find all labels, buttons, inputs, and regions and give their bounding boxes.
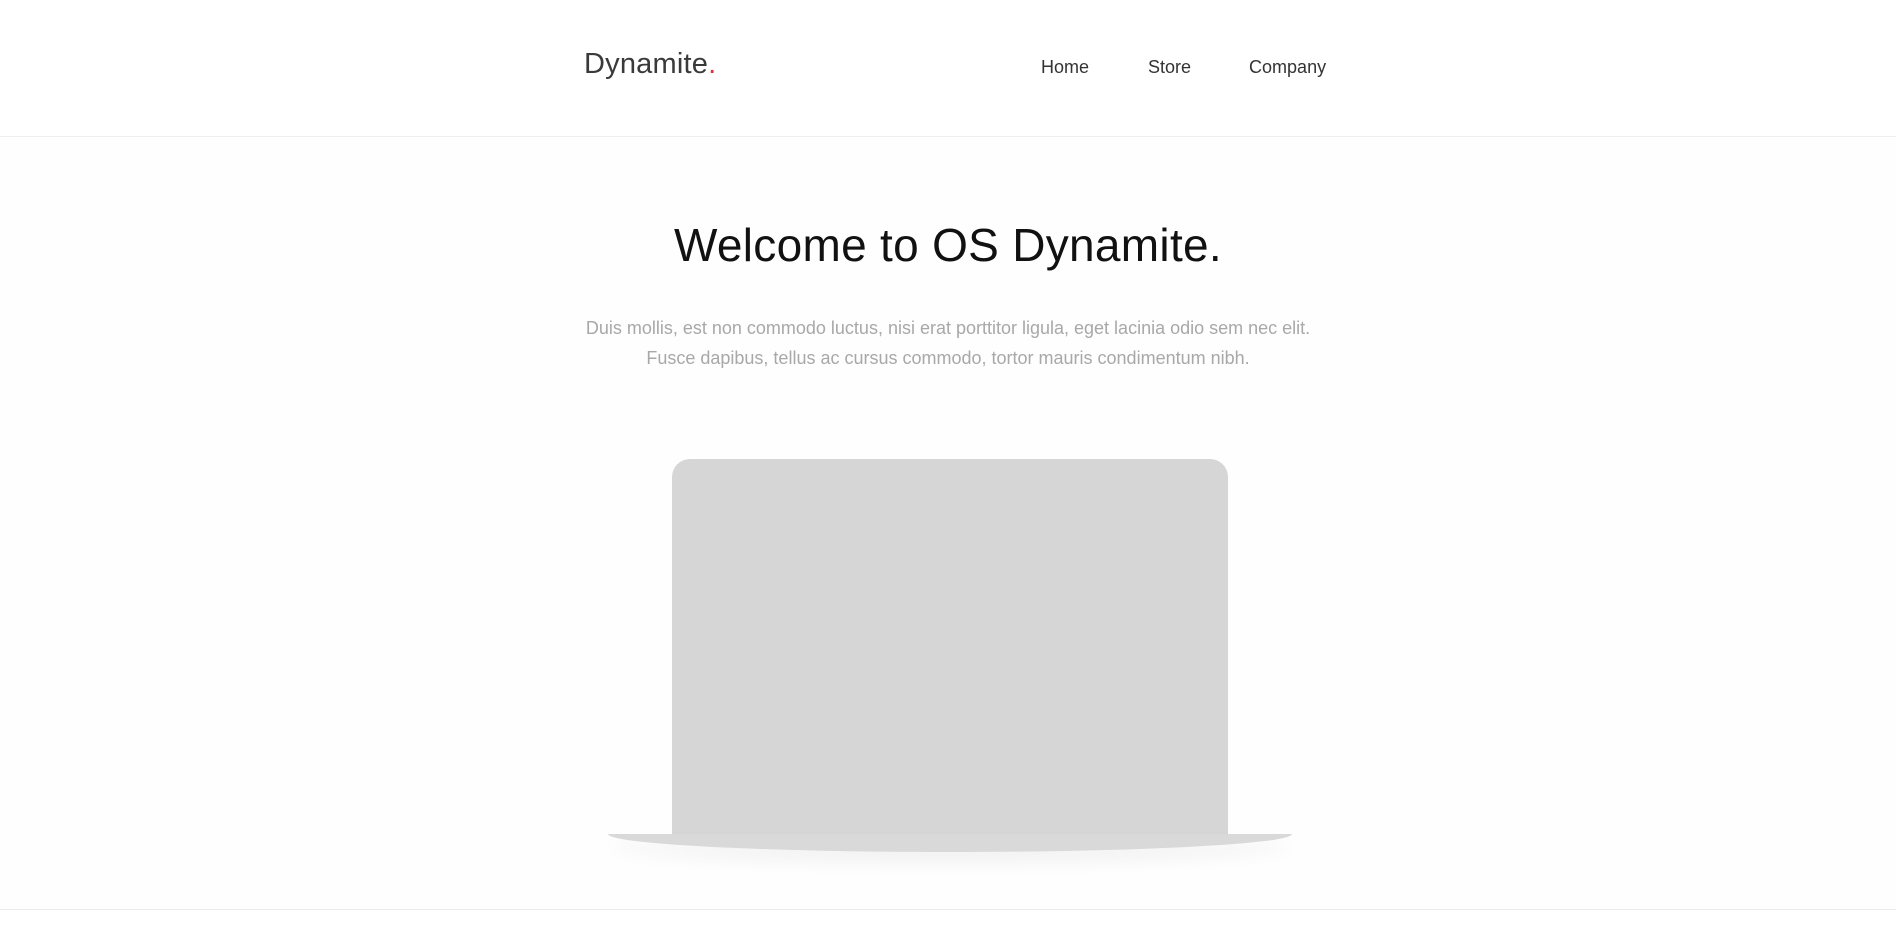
hero-subtitle-line-1: Duis mollis, est non commodo luctus, nis… bbox=[585, 318, 1311, 338]
hero-subtitle: Duis mollis, est non commodo luctus, nis… bbox=[0, 313, 1896, 373]
nav-home-link[interactable]: Home bbox=[1041, 57, 1089, 78]
logo-dot: . bbox=[708, 48, 717, 80]
hero-title: Welcome to OS Dynamite. bbox=[673, 219, 1222, 271]
logo-text: Dynamite bbox=[584, 48, 709, 80]
hero-subtitle-line-2: Fusce dapibus, tellus ac cursus commodo,… bbox=[646, 348, 1250, 368]
nav-company-link[interactable]: Company bbox=[1249, 57, 1326, 78]
main-nav: Home Store Company bbox=[1041, 57, 1326, 78]
nav-store-link[interactable]: Store bbox=[1148, 57, 1191, 78]
laptop-screen-placeholder bbox=[672, 459, 1228, 841]
site-header: Dynamite. Home Store Company bbox=[0, 0, 1896, 137]
section-divider bbox=[0, 909, 1896, 910]
brand-logo[interactable]: Dynamite. bbox=[584, 48, 716, 81]
